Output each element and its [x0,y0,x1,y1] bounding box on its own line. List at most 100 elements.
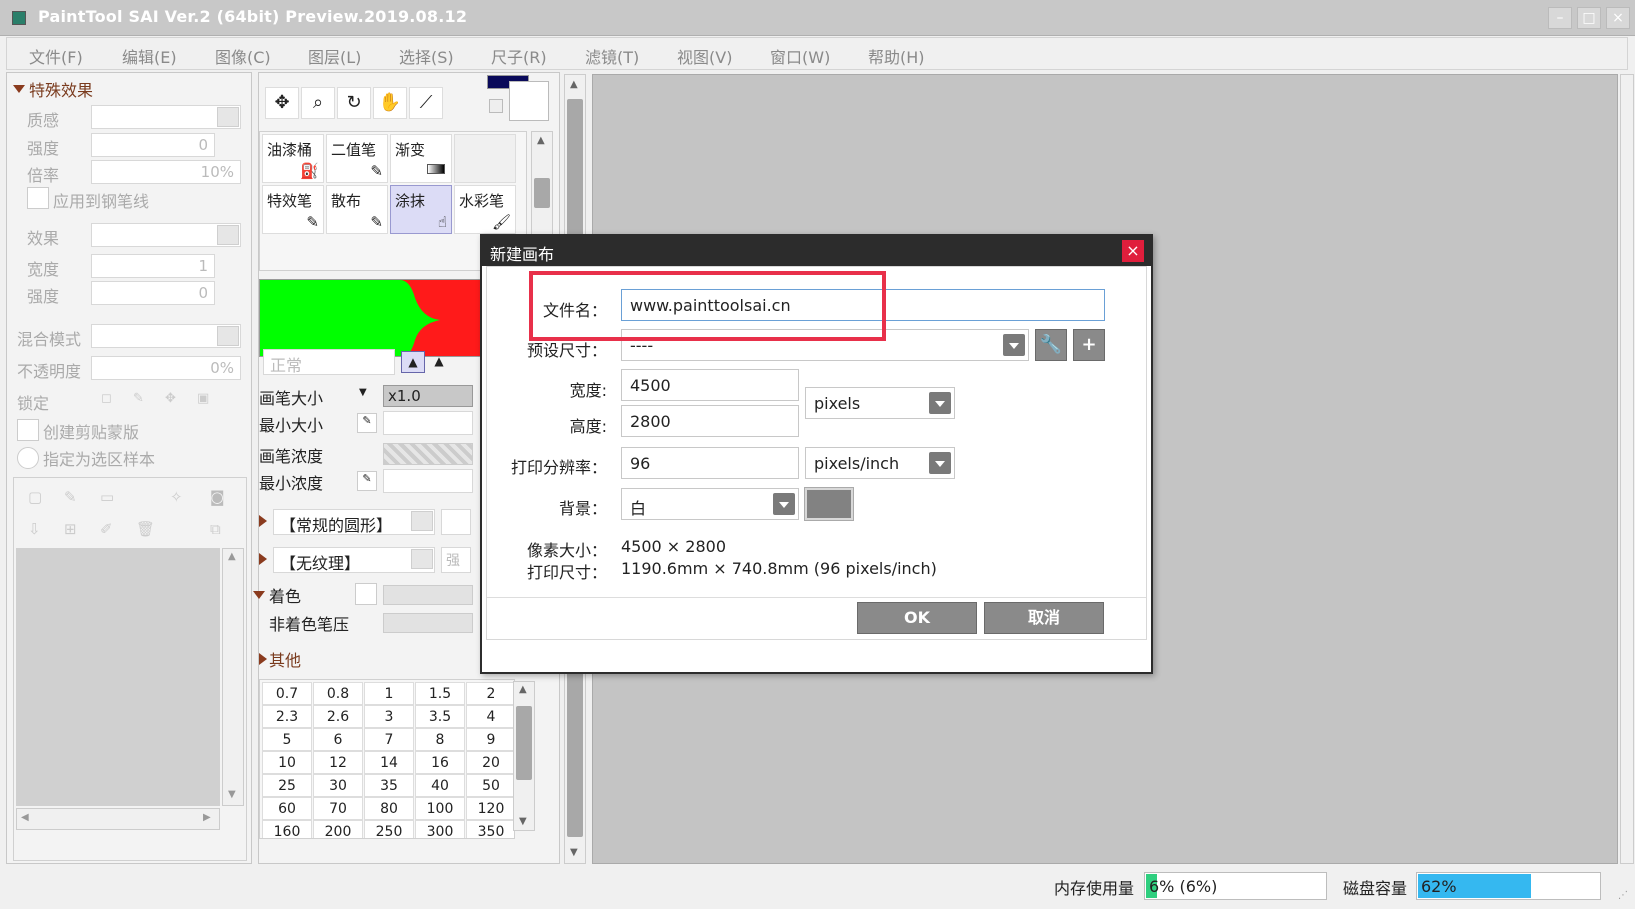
tool-watercolor[interactable]: 水彩笔 🖌 [454,185,516,234]
size-preset-cell[interactable]: 50 [466,774,514,797]
size-preset-cell[interactable]: 350 [466,820,514,838]
menu-select[interactable]: 选择(S) [399,44,454,68]
size-preset-cell[interactable]: 20 [466,751,514,774]
chevron-down-icon[interactable] [411,549,433,569]
sample-radio[interactable] [17,447,39,469]
menu-window[interactable]: 窗口(W) [770,44,830,68]
size-preset-cell[interactable]: 1 [364,682,414,705]
pressure-size-icon[interactable]: ✎ [357,413,377,433]
min-size-field[interactable] [383,411,473,435]
tool-effect-pen[interactable]: 特效笔 ✎ [262,185,324,234]
size-preset-cell[interactable]: 40 [415,774,465,797]
blend-mode-select[interactable] [91,324,241,348]
width-field[interactable]: 1 [91,254,215,278]
menu-view[interactable]: 视图(V) [677,44,732,68]
preset-wrench-button[interactable]: 🔧 [1035,329,1067,361]
texture-select[interactable] [91,105,241,129]
size-preset-cell[interactable]: 9 [466,728,514,751]
size-preset-cell[interactable]: 3.5 [415,705,465,728]
size-preset-cell[interactable]: 200 [313,820,363,838]
size-preset-cell[interactable]: 4 [466,705,514,728]
size-scrollbar[interactable]: ▲ ▼ [513,681,535,831]
tool-binary-pen[interactable]: 二值笔 ✎ [326,134,388,183]
layer-settings-icon[interactable]: ⧉ [210,520,221,538]
tool-gradient[interactable]: 渐变 [390,134,452,183]
min-density-field[interactable] [383,469,473,493]
effect-select[interactable] [91,223,241,247]
size-preset-cell[interactable]: 70 [313,797,363,820]
tool-paint-bucket[interactable]: 油漆桶 ⛽ [262,134,324,183]
ok-button[interactable]: OK [857,602,977,634]
background-select[interactable]: 白 [621,488,799,520]
layer-effect-icon[interactable]: ✧ [170,488,183,506]
size-preset-cell[interactable]: 5 [262,728,312,751]
chevron-down-icon[interactable] [411,511,433,531]
lock-move-icon[interactable]: ✥ [165,391,176,406]
menu-layer[interactable]: 图层(L) [308,44,361,68]
scroll-up-icon[interactable]: ▲ [570,79,578,90]
chevron-down-icon[interactable]: ▼ [359,387,367,398]
collapse-icon[interactable] [13,85,25,93]
size-preset-cell[interactable]: 0.8 [313,682,363,705]
height-input[interactable]: 2800 [621,405,799,437]
background-color-swatch[interactable] [804,487,854,521]
apply-pen-checkbox[interactable] [27,187,49,209]
rate-slider[interactable]: 10% [91,160,241,184]
size-preset-cell[interactable]: 3 [364,705,414,728]
menu-edit[interactable]: 编辑(E) [122,44,177,68]
delete-layer-icon[interactable]: 🗑 [136,520,155,538]
coloring-slider[interactable] [383,585,473,605]
menu-file[interactable]: 文件(F) [29,44,83,68]
brush-size-multiplier[interactable]: x1.0 [383,385,473,407]
scroll-right-icon[interactable]: ▶ [203,812,211,823]
scroll-up-icon[interactable]: ▲ [228,551,236,562]
resize-grip-icon[interactable]: ⋰ [1618,890,1628,901]
secondary-color-swatch[interactable] [509,81,549,121]
brush-density-slider[interactable] [383,443,473,465]
zoom-tool-icon[interactable]: ⌕ [301,87,335,119]
layer-list[interactable] [16,548,220,806]
scroll-thumb[interactable] [516,706,532,780]
scroll-down-icon[interactable]: ▼ [228,789,236,800]
scroll-down-icon[interactable]: ▼ [570,847,578,858]
size-preset-cell[interactable]: 300 [415,820,465,838]
menu-ruler[interactable]: 尺子(R) [491,44,547,68]
preset-add-button[interactable]: + [1073,329,1105,361]
coloring-checkbox[interactable] [355,583,377,605]
size-preset-cell[interactable]: 7 [364,728,414,751]
move-tool-icon[interactable]: ✥ [265,87,299,119]
expand-shape-icon[interactable] [259,515,267,527]
menu-filter[interactable]: 滤镜(T) [585,44,639,68]
hand-tool-icon[interactable]: ✋ [373,87,407,119]
menu-help[interactable]: 帮助(H) [868,44,925,68]
close-window-button[interactable]: × [1606,7,1630,29]
lock-all-icon[interactable]: ▣ [197,391,209,406]
pressure-density-icon[interactable]: ✎ [357,471,377,491]
size-preset-cell[interactable]: 1.5 [415,682,465,705]
size-preset-cell[interactable]: 2 [466,682,514,705]
scroll-up-icon[interactable]: ▲ [519,684,527,695]
scroll-left-icon[interactable]: ◀ [21,812,29,823]
size-preset-cell[interactable]: 8 [415,728,465,751]
size-preset-cell[interactable]: 2.6 [313,705,363,728]
dpi-input[interactable]: 96 [621,447,799,479]
rotate-tool-icon[interactable]: ↻ [337,87,371,119]
lock-draw-icon[interactable]: ✎ [133,391,144,406]
clear-layer-icon[interactable]: ✐ [100,520,113,538]
dpi-unit-select[interactable]: pixels/inch [805,447,955,479]
opacity-slider[interactable]: 0% [91,356,241,380]
tool-scatter[interactable]: 散布 ✎ [326,185,388,234]
size-preset-cell[interactable]: 0.7 [262,682,312,705]
eyedropper-tool-icon[interactable]: ⟋ [409,87,443,119]
strength2-field[interactable]: 0 [91,281,215,305]
new-layer-icon[interactable]: ▢ [28,488,42,506]
merge-down-icon[interactable]: ⊞ [64,520,77,538]
clip-mask-checkbox[interactable] [17,419,39,441]
layer-scrollbar[interactable]: ▲ ▼ [222,548,244,806]
size-preset-cell[interactable]: 250 [364,820,414,838]
shape-round-icon[interactable]: ▲ [427,351,451,373]
size-preset-cell[interactable]: 10 [262,751,312,774]
layer-mask-icon[interactable]: ◙ [210,488,225,506]
size-preset-cell[interactable]: 80 [364,797,414,820]
size-preset-cell[interactable]: 160 [262,820,312,838]
